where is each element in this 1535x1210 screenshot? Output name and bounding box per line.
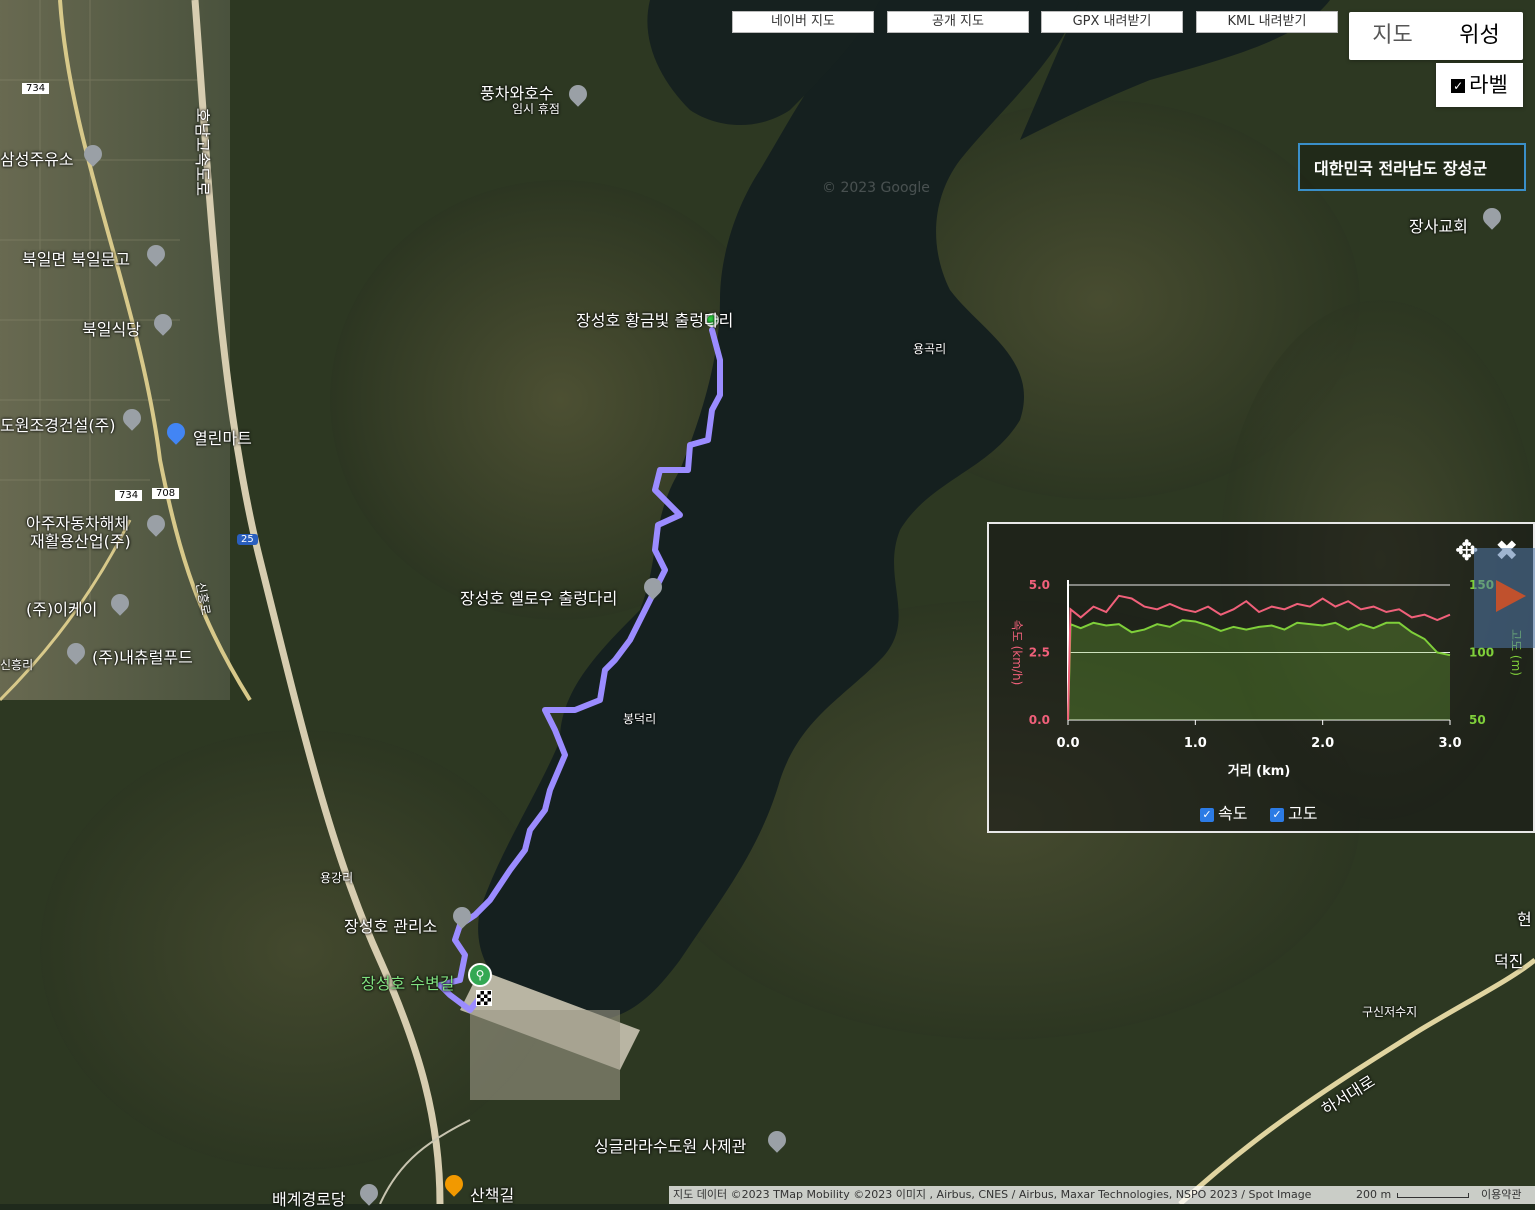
poi-windmill-sub: 임시 휴점 (512, 102, 560, 116)
legend-elevation[interactable]: ✓ 고도 (1270, 800, 1317, 824)
poi-sanchaek[interactable]: 산책길 (470, 1182, 514, 1206)
poi-singular-sculpture[interactable]: 싱글라라수도원 사제관 (594, 1133, 746, 1157)
finish-flag-icon[interactable] (476, 990, 492, 1006)
labels-checkbox[interactable]: ✓ (1451, 79, 1466, 93)
road-badge-734-south: 734 (115, 490, 143, 501)
poi-baegye[interactable]: 배계경로당 (272, 1186, 346, 1210)
watermark: © 2023 Google (822, 180, 930, 196)
labels-label: 라벨 (1469, 73, 1508, 97)
poi-deokjin: 덕진 (1494, 952, 1524, 971)
poi-bukil-restaurant[interactable]: 북일식당 (82, 316, 141, 340)
location-title: 대한민국 전라남도 장성군 (1298, 143, 1526, 191)
poi-yellow-bridge[interactable]: 장성호 옐로우 출렁다리 (460, 585, 617, 609)
poi-yonggangri: 용강리 (320, 871, 354, 885)
poi-church[interactable]: 장사교회 (1409, 213, 1468, 237)
elevation-area (1068, 620, 1450, 720)
scale-bar (1397, 1193, 1469, 1198)
map-type-control: 지도 위성 (1349, 12, 1523, 60)
elevation-chart-panel[interactable]: 0.02.55.0501001500.01.02.03.0거리 (km)속도 (… (987, 522, 1535, 833)
poi-management[interactable]: 장성호 관리소 (344, 913, 437, 937)
naver-map-button[interactable]: 네이버 지도 (732, 11, 874, 33)
poi-yeollin-mart[interactable]: 열린마트 (193, 425, 252, 449)
poi-yonggokri: 용곡리 (913, 342, 947, 356)
poi-sinheungri: 신흥리 (0, 658, 34, 672)
hiker-icon[interactable]: ⚲ (468, 963, 492, 987)
x-tick-label: 3.0 (1438, 736, 1461, 751)
poi-bongdeokri: 봉덕리 (623, 712, 657, 726)
play-button[interactable] (1474, 548, 1535, 648)
legend-speed-label: 속도 (1218, 804, 1248, 823)
play-icon (1496, 580, 1526, 612)
road-badge-25: 25 (237, 534, 258, 545)
road-badge-734: 734 (22, 83, 50, 94)
y-right-tick-label: 50 (1469, 713, 1486, 727)
map-type-satellite-button[interactable]: 위성 (1436, 12, 1523, 60)
poi-samsung-gas[interactable]: 삼성주유소 (0, 146, 74, 170)
y-left-tick-label: 0.0 (1029, 713, 1050, 727)
legend-speed[interactable]: ✓ 속도 (1200, 800, 1247, 824)
map-attribution: 지도 데이터 ©2023 TMap Mobility ©2023 이미지 , A… (669, 1186, 1535, 1204)
public-map-button[interactable]: 공개 지도 (887, 11, 1029, 33)
poi-landscape[interactable]: 도원조경건설(주) (0, 412, 116, 436)
poi-hyeon: 현 (1517, 910, 1532, 929)
y-left-axis-label: 속도 (km/h) (1010, 620, 1024, 686)
poi-honam-highway: 호남고속도로 (193, 107, 213, 197)
x-tick-label: 2.0 (1311, 736, 1334, 751)
x-axis-label: 거리 (km) (1228, 763, 1291, 779)
scale-label: 200 m (1356, 1188, 1392, 1201)
poi-ikey[interactable]: (주)이케이 (26, 596, 97, 620)
gpx-download-button[interactable]: GPX 내려받기 (1041, 11, 1183, 33)
poi-natural-food[interactable]: (주)내츄럴푸드 (92, 644, 193, 668)
attribution-text: 지도 데이터 ©2023 TMap Mobility ©2023 이미지 , A… (673, 1188, 1312, 1201)
poi-bukil-library[interactable]: 북일면 북일문고 (22, 246, 130, 270)
y-left-tick-label: 2.5 (1029, 646, 1050, 660)
terms-link[interactable]: 이용약관 (1481, 1186, 1521, 1204)
elevation-checkbox[interactable]: ✓ (1270, 807, 1284, 822)
poi-golden-bridge[interactable]: 장성호 황금빛 출렁다리 (576, 307, 733, 331)
x-tick-label: 0.0 (1056, 736, 1079, 751)
map-type-map-button[interactable]: 지도 (1349, 12, 1436, 60)
poi-water-park[interactable]: 장성호 수변길 (361, 970, 454, 994)
poi-gusin-reservoir: 구신저수지 (1362, 1005, 1418, 1019)
x-tick-label: 1.0 (1184, 736, 1207, 751)
legend-elevation-label: 고도 (1288, 804, 1318, 823)
speed-elevation-chart: 0.02.55.0501001500.01.02.03.0거리 (km)속도 (… (1010, 578, 1523, 779)
poi-aju-car2: 재활용산업(주) (30, 532, 131, 551)
road-badge-708: 708 (152, 488, 180, 499)
labels-toggle[interactable]: ✓ 라벨 (1436, 63, 1523, 107)
kml-download-button[interactable]: KML 내려받기 (1196, 11, 1338, 33)
y-left-tick-label: 5.0 (1029, 578, 1050, 592)
speed-checkbox[interactable]: ✓ (1200, 807, 1214, 822)
